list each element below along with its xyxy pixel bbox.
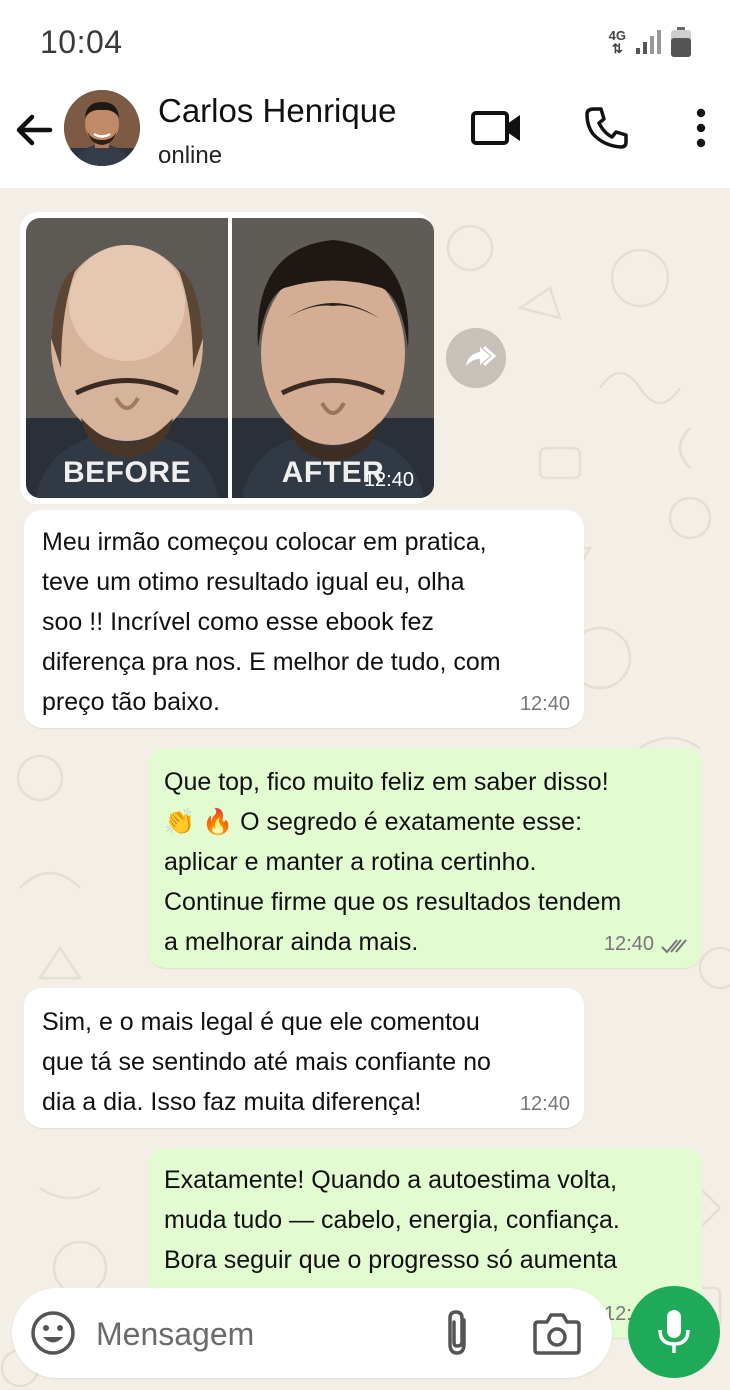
message-input[interactable]: Mensagem [96, 1316, 254, 1353]
incoming-message[interactable]: Meu irmão começou colocar em pratica, te… [24, 510, 584, 728]
voice-message-button[interactable] [628, 1286, 720, 1378]
message-time: 12:40 [603, 933, 654, 955]
after-photo: AFTER [232, 218, 434, 498]
status-icons: 4G ⇅ [609, 26, 692, 58]
video-call-icon[interactable] [470, 106, 524, 150]
contact-status: online [158, 142, 223, 169]
microphone-icon [658, 1310, 690, 1353]
message-time: 12:40 [519, 1093, 570, 1115]
status-bar: 10:04 4G ⇅ [0, 0, 730, 84]
more-options-icon[interactable] [688, 106, 714, 150]
avatar-photo [64, 90, 140, 166]
back-arrow-icon[interactable] [12, 108, 56, 152]
outgoing-message[interactable]: Que top, fico muito feliz em saber disso… [148, 748, 702, 968]
phone-call-icon[interactable] [582, 104, 630, 152]
contact-name[interactable]: Carlos Henrique [158, 92, 396, 130]
message-input-bar: Mensagem [12, 1288, 612, 1378]
attachment-icon[interactable] [440, 1308, 476, 1358]
chat-header: Carlos Henrique online [0, 84, 730, 188]
image-message[interactable]: BEFORE AFTER 12:40 [20, 212, 434, 504]
message-time: 12:40 [363, 469, 414, 491]
network-arrows-icon: ⇅ [611, 41, 623, 56]
emoji-icon[interactable] [30, 1310, 76, 1356]
status-time: 10:04 [40, 24, 123, 60]
message-text: Sim, e o mais legal é que ele comentou q… [42, 1008, 491, 1116]
forward-button[interactable] [446, 328, 506, 388]
before-label: BEFORE [62, 456, 191, 489]
avatar[interactable] [64, 90, 140, 166]
signal-icon [636, 30, 661, 54]
before-photo: BEFORE [26, 218, 228, 498]
network-indicator: 4G ⇅ [609, 29, 626, 55]
read-receipt-icon [661, 939, 687, 954]
incoming-message[interactable]: Sim, e o mais legal é que ele comentou q… [24, 988, 584, 1128]
message-time: 12:40 [519, 693, 570, 715]
message-text: Exatamente! Quando a autoestima volta, m… [164, 1166, 620, 1274]
battery-icon [671, 27, 691, 57]
message-text: Meu irmão começou colocar em pratica, te… [42, 528, 501, 716]
forward-icon [466, 345, 497, 367]
chat-area[interactable]: BEFORE AFTER 12:40 Meu irmão começou col… [0, 188, 730, 1390]
camera-icon[interactable] [532, 1310, 582, 1356]
